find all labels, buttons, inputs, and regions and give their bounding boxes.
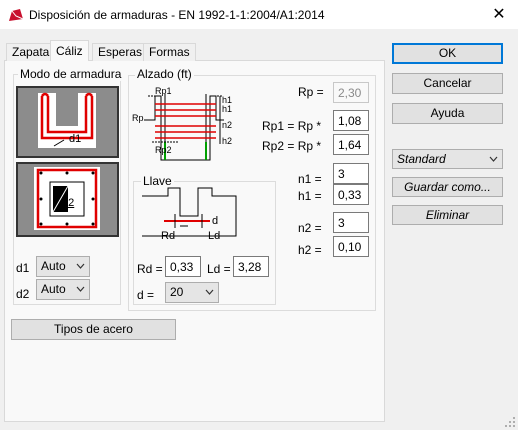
tab-zapata[interactable]: Zapata — [6, 43, 56, 61]
rd-label: Rd = — [137, 262, 163, 276]
close-icon[interactable]: ✕ — [488, 4, 510, 26]
d1-label: d1 — [16, 261, 30, 275]
tipos-acero-button[interactable]: Tipos de acero — [11, 319, 176, 340]
n1-label: n1 = — [298, 172, 322, 186]
d2-select-value: Auto — [41, 282, 66, 296]
d-select-value: 20 — [170, 285, 184, 299]
d1-select[interactable]: Auto — [36, 256, 90, 277]
d-select[interactable]: 20 — [165, 282, 219, 303]
diagram-rp1-label: Rp1 — [155, 86, 172, 96]
ld-input[interactable]: 3,28 — [233, 256, 269, 277]
chevron-down-icon — [489, 156, 498, 162]
diagram-n2-label: n2 — [222, 120, 233, 130]
armadura-mode-2-image[interactable]: d2 — [16, 162, 119, 237]
app-icon — [9, 9, 24, 21]
armadura-mode-1-image[interactable]: d1 — [16, 86, 119, 158]
rp1-label: Rp1 = Rp * — [262, 119, 322, 133]
d2-label: d2 — [16, 287, 30, 301]
llave-diagram — [142, 187, 237, 237]
h2-input[interactable]: 0,10 — [333, 236, 369, 257]
tab-formas[interactable]: Formas — [143, 43, 196, 61]
d-label: d = — [137, 288, 155, 302]
resize-grip-icon[interactable] — [504, 416, 516, 428]
h1-label: h1 = — [298, 189, 322, 203]
llave-diagram-rd-label: Rd — [161, 230, 176, 242]
n2-label: n2 = — [298, 221, 322, 235]
help-button[interactable]: Ayuda — [392, 103, 503, 124]
llave-diagram-ld-label: Ld — [208, 230, 221, 242]
rp2-label: Rp2 = Rp * — [262, 139, 322, 153]
armadura-image-d2-label: d2 — [62, 197, 75, 209]
modo-armadura-label: Modo de armadura — [18, 67, 124, 81]
llave-diagram-d-label: d — [212, 215, 219, 227]
diagram-rp-label: Rp — [132, 113, 144, 123]
h2-label: h2 = — [298, 243, 322, 257]
n2-input[interactable]: 3 — [333, 212, 369, 233]
rd-input[interactable]: 0,33 — [165, 256, 201, 277]
diagram-h1b-label: h1 — [222, 104, 233, 114]
rp-input[interactable]: 2,30 — [333, 82, 369, 103]
d2-select[interactable]: Auto — [36, 279, 90, 300]
chevron-down-icon — [205, 289, 214, 295]
diagram-h2-label: h2 — [222, 136, 233, 146]
tab-esperas[interactable]: Esperas — [92, 43, 149, 61]
save-as-button[interactable]: Guardar como... — [392, 177, 503, 197]
ld-label: Ld = — [207, 262, 231, 276]
n1-input[interactable]: 3 — [333, 163, 369, 184]
alzado-label: Alzado (ft) — [135, 67, 194, 81]
rp-label: Rp = — [298, 85, 324, 99]
d1-select-value: Auto — [41, 259, 66, 273]
chevron-down-icon — [76, 286, 85, 292]
rp2-input[interactable]: 1,64 — [333, 134, 369, 155]
preset-select-value: Standard — [397, 152, 446, 166]
delete-preset-button[interactable]: Eliminar — [392, 205, 503, 225]
preset-select[interactable]: Standard — [392, 149, 503, 169]
cancel-button[interactable]: Cancelar — [392, 73, 503, 94]
diagram-rp2-label: Rp2 — [155, 145, 172, 155]
h1-input[interactable]: 0,33 — [333, 184, 369, 205]
ok-button[interactable]: OK — [392, 43, 503, 64]
tab-caliz[interactable]: Cáliz — [50, 40, 89, 61]
window-title: Disposición de armaduras - EN 1992-1-1:2… — [29, 8, 325, 22]
chevron-down-icon — [76, 263, 85, 269]
armadura-image-d1-label: d1 — [69, 133, 82, 145]
rp1-input[interactable]: 1,08 — [333, 110, 369, 131]
